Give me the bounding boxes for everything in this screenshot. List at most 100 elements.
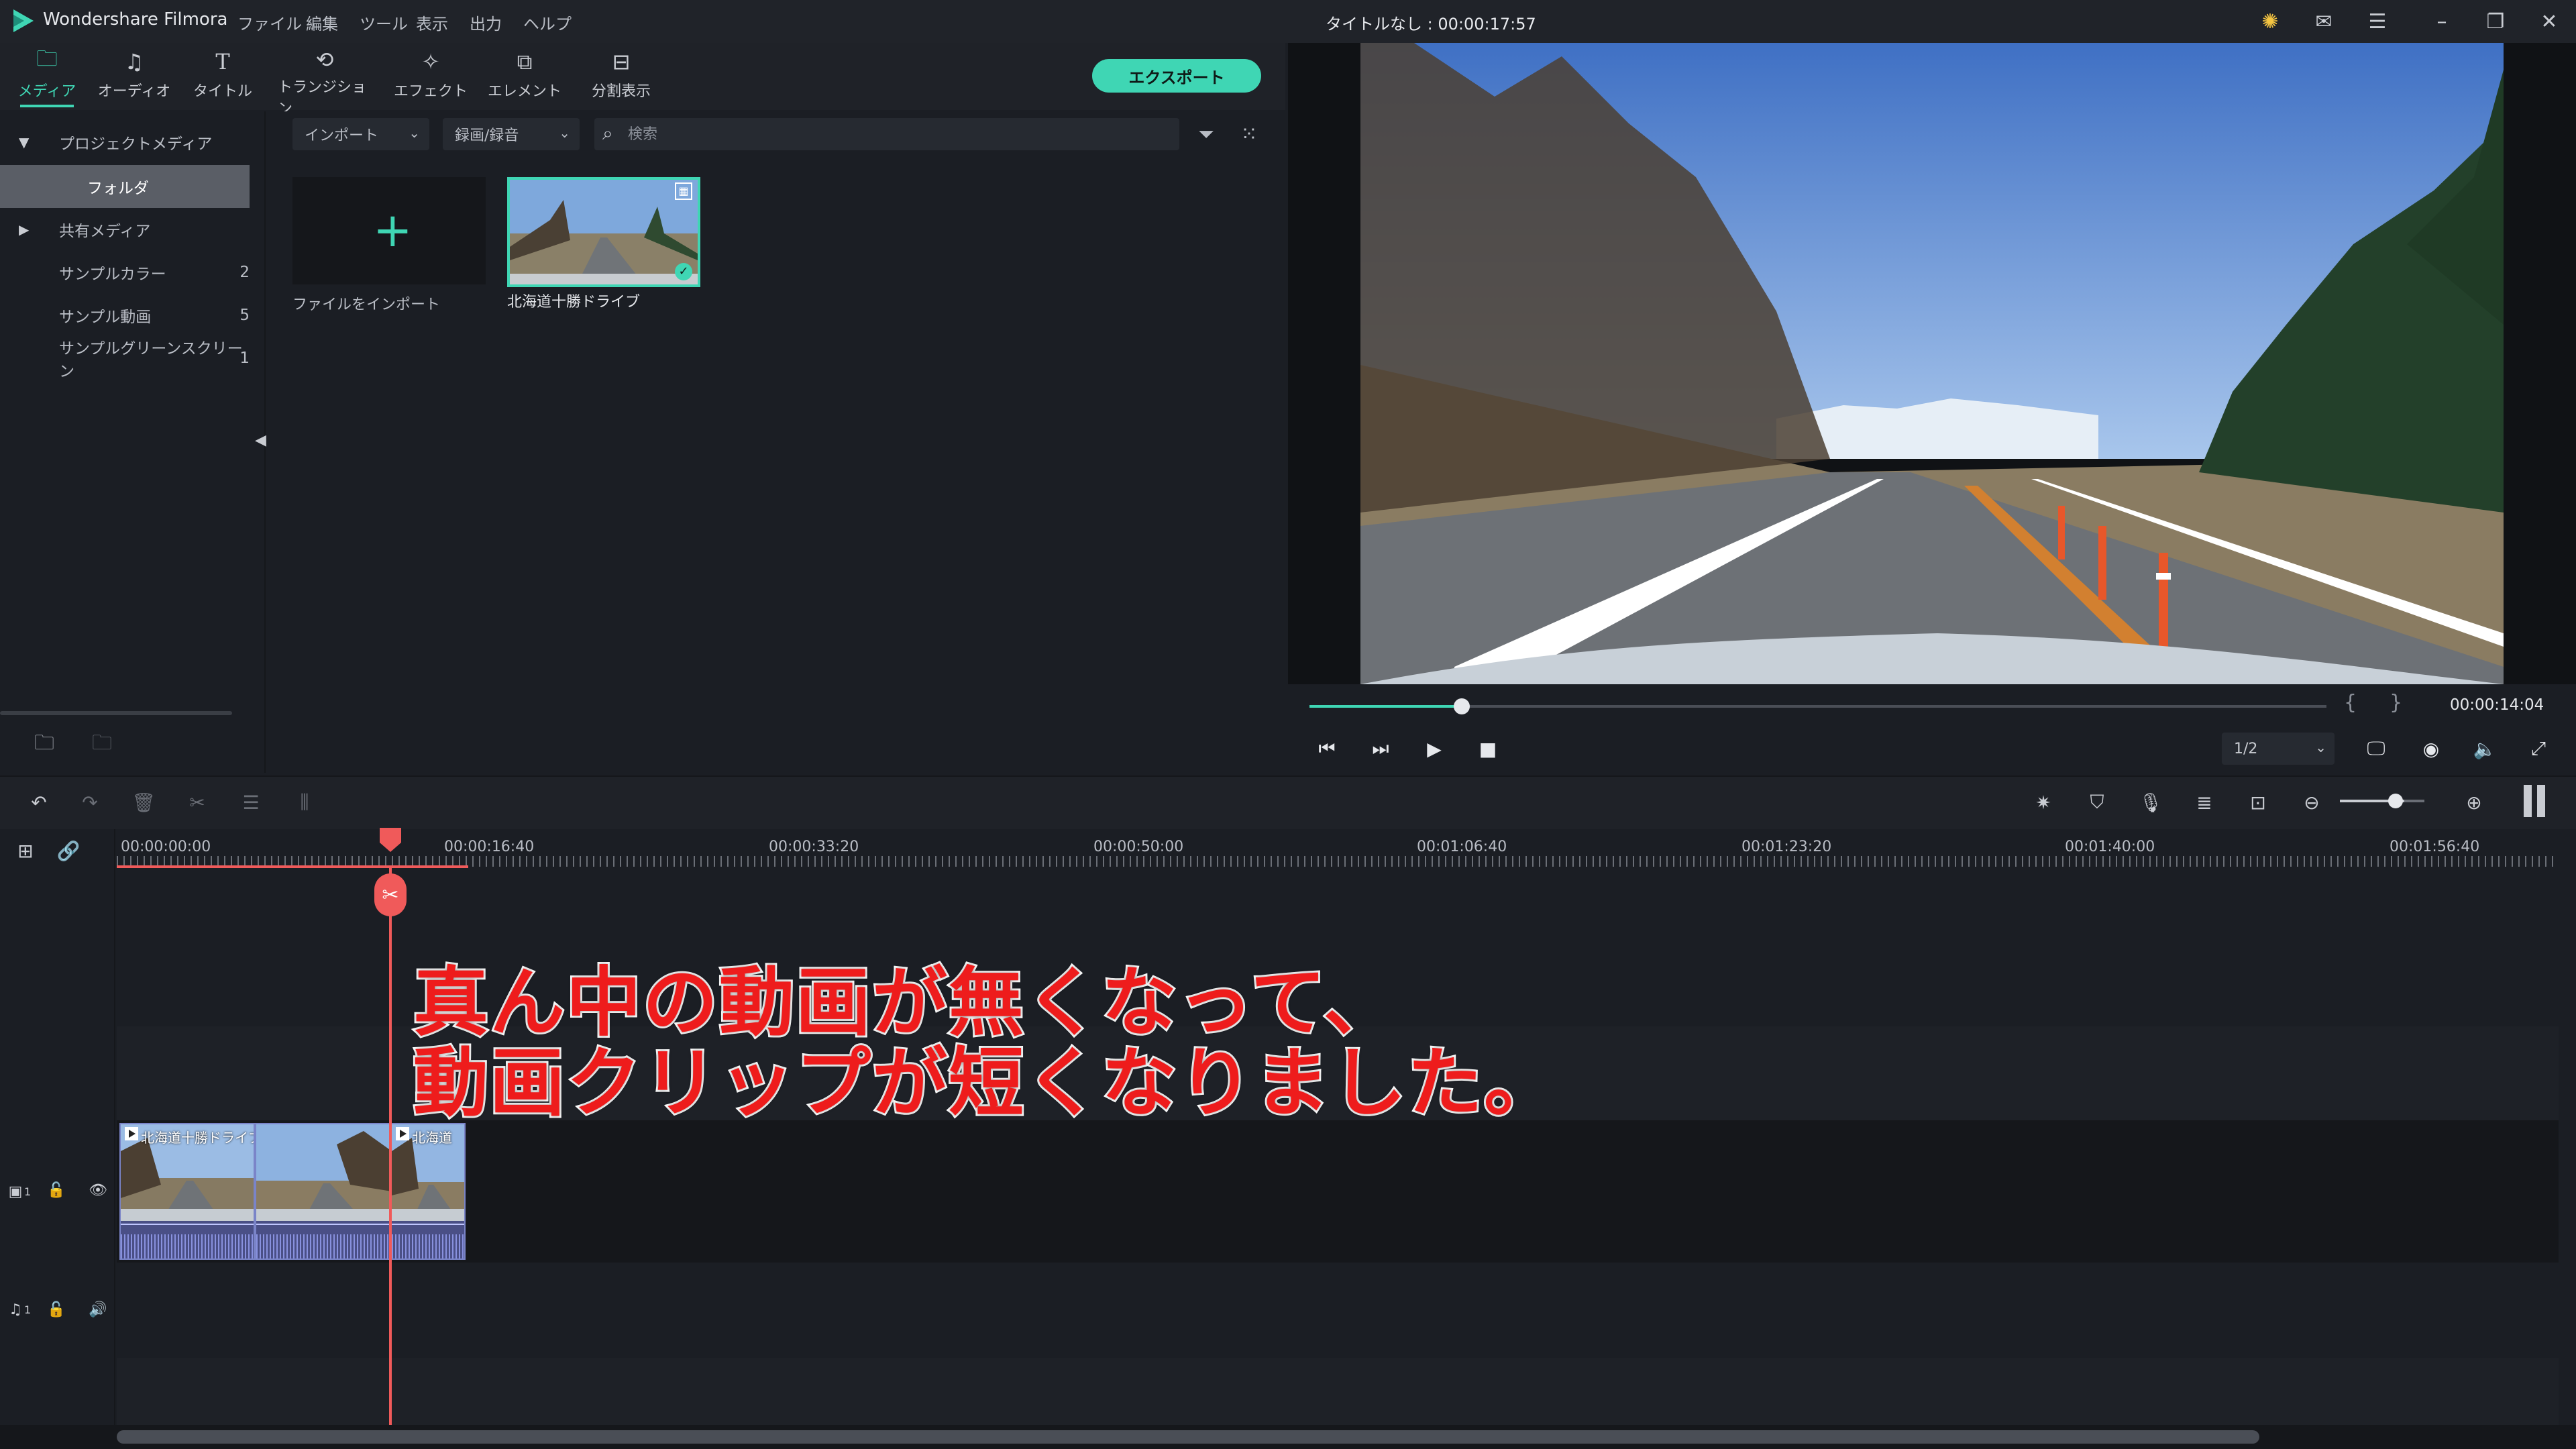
step-forward-icon[interactable]: ⏭: [1366, 734, 1395, 763]
ruler-label: 00:01:40:00: [2065, 839, 2155, 855]
menu-file[interactable]: ファイル: [237, 11, 302, 34]
import-dropdown[interactable]: インポート ⌄: [292, 118, 429, 150]
zoom-slider-handle[interactable]: [2388, 794, 2403, 808]
mail-icon[interactable]: ✉: [2310, 8, 2337, 35]
media-clip-name: 北海道十勝ドライブ: [507, 294, 641, 311]
fit-timeline-icon[interactable]: ⊡: [2243, 788, 2273, 817]
playhead-line[interactable]: [389, 867, 392, 1430]
import-file-tile[interactable]: +: [292, 177, 486, 284]
grid-view-icon[interactable]: ⁙: [1234, 119, 1264, 149]
speaker-icon[interactable]: 🔊: [86, 1297, 110, 1322]
mark-in-icon[interactable]: {: [2344, 691, 2357, 714]
lightbulb-icon[interactable]: ✺: [2257, 8, 2284, 35]
menu-help[interactable]: ヘルプ: [523, 11, 572, 34]
ruler-label: 00:00:00:00: [121, 839, 211, 855]
list-menu-icon[interactable]: ☰: [2364, 8, 2391, 35]
ruler-label: 00:00:50:00: [1093, 839, 1184, 855]
delete-trash-icon[interactable]: 🗑: [129, 788, 158, 817]
split-scissors-icon[interactable]: ✂: [374, 873, 407, 916]
zoom-out-icon[interactable]: ⊖: [2297, 788, 2326, 817]
display-monitor-icon[interactable]: 🖵: [2361, 734, 2391, 763]
add-track-icon[interactable]: ⊞: [11, 836, 40, 865]
tab-media-label: メディア: [17, 83, 76, 100]
video-clip-icon: [125, 1127, 138, 1140]
minimize-icon[interactable]: –: [2428, 8, 2455, 35]
render-preview-icon[interactable]: ✷: [2029, 788, 2058, 817]
search-box[interactable]: ⌕: [594, 118, 1179, 150]
tree-item-sample-color[interactable]: サンプルカラー 2: [0, 251, 250, 294]
close-icon[interactable]: ✕: [2536, 8, 2563, 35]
new-folder-icon[interactable]: 🗀: [31, 731, 58, 758]
folder-icon[interactable]: 🗀: [89, 731, 115, 758]
playback-quality-dropdown[interactable]: 1/2 ⌄: [2222, 733, 2334, 765]
audio-track-1[interactable]: [117, 1263, 2559, 1358]
tree-item-label: サンプルカラー: [59, 266, 166, 283]
video-track-1[interactable]: [117, 1120, 2559, 1263]
tree-item-folder[interactable]: フォルダ: [0, 165, 250, 208]
tab-element[interactable]: ⧉ エレメント: [478, 47, 572, 105]
stop-icon[interactable]: ■: [1473, 734, 1503, 763]
menu-tools[interactable]: ツール: [360, 11, 408, 34]
redo-icon[interactable]: ↷: [75, 788, 105, 817]
snapshot-camera-icon[interactable]: ◉: [2416, 734, 2446, 763]
timeline-clip[interactable]: [255, 1123, 390, 1260]
timeline-horizontal-scrollbar[interactable]: [117, 1430, 2259, 1444]
playhead-handle-icon[interactable]: [380, 828, 401, 852]
tab-title[interactable]: T タイトル: [176, 47, 270, 105]
tab-audio[interactable]: ♫ オーディオ: [87, 47, 181, 105]
tab-split-screen[interactable]: ⊟ 分割表示: [574, 47, 668, 105]
microphone-icon[interactable]: 🎙: [2136, 788, 2165, 817]
menu-edit[interactable]: 編集: [306, 11, 338, 34]
transition-icon: ⟲: [315, 47, 334, 72]
volume-icon[interactable]: 🔈: [2470, 734, 2500, 763]
menu-output[interactable]: 出力: [470, 11, 502, 34]
text-t-icon: T: [215, 49, 230, 74]
plus-icon: +: [373, 203, 413, 258]
restore-icon[interactable]: ❐: [2482, 8, 2509, 35]
record-dropdown[interactable]: 録画/録音 ⌄: [443, 118, 580, 150]
tree-scrollbar[interactable]: [0, 711, 232, 715]
menu-view[interactable]: 表示: [416, 11, 448, 34]
preview-video-frame[interactable]: [1360, 43, 2504, 684]
collapse-panel-icon[interactable]: ◀: [255, 432, 266, 449]
video-track-header: ▣ 1: [8, 1179, 32, 1203]
tab-effect[interactable]: ✧ エフェクト: [384, 47, 478, 105]
tree-item-project-media[interactable]: ▼ プロジェクトメディア: [0, 121, 250, 164]
adjust-sliders-icon[interactable]: ☰: [236, 788, 266, 817]
marker-shield-icon[interactable]: ⛉: [2082, 788, 2112, 817]
tree-item-sample-video[interactable]: サンプル動画 5: [0, 294, 250, 337]
audio-wave-icon[interactable]: ⫼: [290, 788, 319, 817]
lock-icon[interactable]: 🔓: [44, 1297, 68, 1322]
step-back-icon[interactable]: ⏮: [1312, 734, 1342, 763]
ruler-ticks: [117, 856, 2559, 867]
undo-icon[interactable]: ↶: [24, 788, 54, 817]
pause-icon[interactable]: [2522, 785, 2549, 817]
tab-transition[interactable]: ⟲ トランジション: [278, 47, 372, 117]
play-icon[interactable]: ▶: [1419, 734, 1449, 763]
tree-item-sample-greenscreen[interactable]: サンプルグリーンスクリーン 1: [0, 337, 250, 380]
tab-effect-label: エフェクト: [393, 83, 468, 100]
media-clip-thumbnail[interactable]: ▦ ✓: [507, 177, 700, 287]
timeline-clip[interactable]: 北海道十勝ドライブ: [119, 1123, 255, 1260]
link-icon[interactable]: 🔗: [54, 836, 83, 865]
folder-icon: 🗀: [36, 46, 58, 71]
mark-out-icon[interactable]: }: [2390, 691, 2402, 714]
filter-icon[interactable]: ⏷: [1191, 119, 1221, 149]
expand-arrow-icon[interactable]: ▶: [19, 221, 29, 237]
export-button[interactable]: エクスポート: [1092, 59, 1261, 93]
tree-item-shared-media[interactable]: ▶ 共有メディア: [0, 208, 250, 251]
zoom-in-icon[interactable]: ⊕: [2459, 788, 2489, 817]
fullscreen-icon[interactable]: ⤢: [2524, 734, 2553, 763]
tree-item-count: 1: [239, 350, 250, 367]
timeline-clip[interactable]: 北海道: [390, 1123, 466, 1260]
clip-audio-waveform: [256, 1221, 389, 1258]
eye-icon[interactable]: 👁: [86, 1178, 110, 1202]
annotation-line-2: 動画クリップが短くなりました。: [411, 1038, 1561, 1129]
search-input[interactable]: [628, 118, 1165, 150]
audio-mixer-icon[interactable]: ≣: [2190, 788, 2219, 817]
tab-media[interactable]: 🗀 メディア: [0, 46, 94, 107]
ruler-label: 00:01:06:40: [1417, 839, 1507, 855]
expand-arrow-icon[interactable]: ▼: [19, 134, 29, 150]
cut-scissors-icon[interactable]: ✂: [182, 788, 212, 817]
lock-icon[interactable]: 🔓: [44, 1178, 68, 1202]
